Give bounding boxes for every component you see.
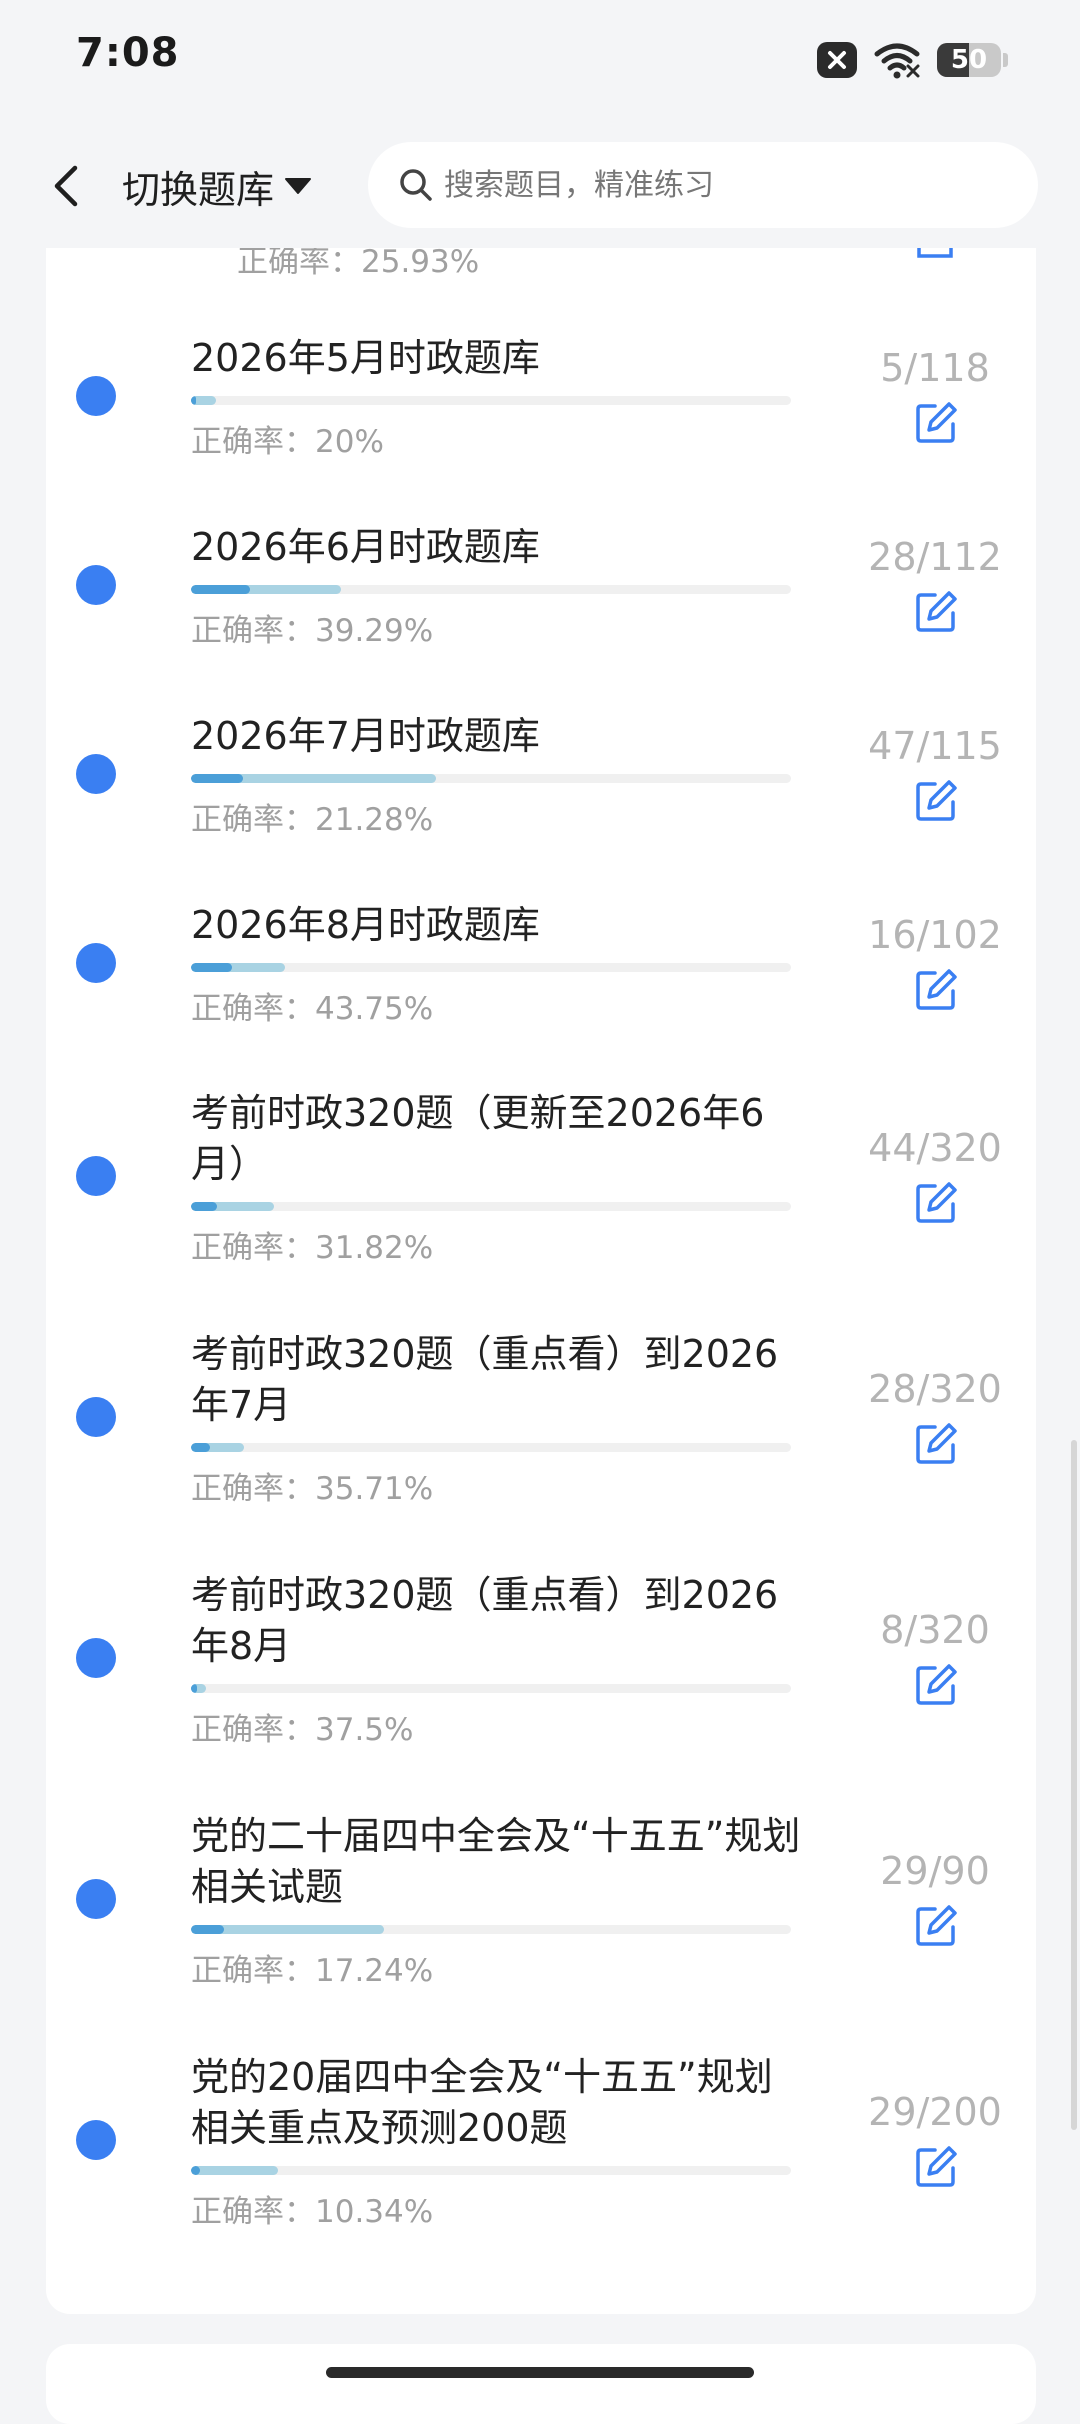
progress-bar [191,774,791,783]
accuracy-label: 正确率：43.75% [191,991,434,1027]
status-dot [76,753,116,794]
edit-icon[interactable] [915,1421,959,1465]
accuracy-label: 正确率：17.24% [191,1953,434,1989]
switch-bank-label: 切换题库 [122,167,275,212]
status-dot [76,1156,116,1196]
accuracy-label: 正确率：39.29% [191,613,434,649]
accuracy-label: 正确率：20% [191,424,384,460]
battery-cap [1003,53,1008,67]
progress-bar [191,396,791,405]
progress-bar [191,585,791,594]
status-bar: 7:08 50 [0,0,1080,124]
progress-count: 28/112 [868,534,1002,579]
progress-count: 8/320 [880,1608,990,1652]
search-input[interactable] [442,166,1006,204]
status-dot [76,564,116,605]
progress-correct-fill [191,1684,197,1693]
progress-correct-fill [191,396,197,405]
status-dot [76,942,116,983]
search-box[interactable] [368,142,1038,228]
status-dot [76,1638,116,1678]
progress-correct-fill [191,2166,200,2175]
accuracy-label: 正确率：31.82% [191,1230,434,1266]
progress-bar [191,1684,791,1693]
battery-icon: 50 [937,43,1001,77]
accuracy-label: 正确率：35.71% [191,1471,434,1507]
caret-down-icon [285,178,312,194]
edit-icon[interactable] [915,1662,959,1706]
edit-icon[interactable] [915,1180,959,1224]
wifi-icon [873,40,921,80]
status-dot [76,2120,116,2160]
progress-count: 29/200 [868,2090,1002,2134]
status-icons: 50 [817,38,1008,82]
question-bank-title[interactable]: 考前时政320题（更新至2026年6月） [191,1088,801,1190]
question-bank-title[interactable]: 党的20届四中全会及“十五五”规划相关重点及预测200题 [191,2052,801,2154]
accuracy-label: 正确率：37.5% [191,1712,414,1748]
question-bank-title[interactable]: 党的二十届四中全会及“十五五”规划相关试题 [191,1811,801,1913]
question-bank-title[interactable]: 2026年5月时政题库 [191,333,801,384]
accuracy-label: 正确率：21.28% [191,802,434,838]
question-bank-title[interactable]: 2026年6月时政题库 [191,522,801,573]
status-dot [76,375,116,416]
progress-correct-fill [191,1443,210,1452]
status-dot [76,1397,116,1437]
scrollbar[interactable] [1071,1440,1077,2130]
progress-done-fill [191,2166,278,2175]
progress-bar [191,1443,791,1452]
header: 切换题库 [0,124,1080,248]
progress-bar [191,2166,791,2175]
switch-bank-button[interactable]: 切换题库 [122,158,312,214]
question-bank-title[interactable]: 2026年7月时政题库 [191,711,801,762]
next-card [46,2344,1036,2424]
progress-count: 29/90 [880,1849,990,1893]
search-icon [396,165,436,205]
question-bank-title[interactable]: 考前时政320题（重点看）到2026年8月 [191,1570,801,1672]
progress-correct-fill [191,774,244,783]
edit-icon[interactable] [915,1903,959,1947]
home-indicator[interactable] [326,2367,754,2378]
edit-icon[interactable] [915,967,959,1011]
edit-icon[interactable] [915,589,959,633]
progress-count: 5/118 [880,345,990,390]
notification-x-icon [817,42,857,78]
question-bank-title[interactable]: 考前时政320题（重点看）到2026年7月 [191,1329,801,1431]
battery-level-text: 50 [950,45,988,75]
progress-correct-fill [191,585,250,594]
progress-count: 28/320 [868,1367,1002,1411]
back-button[interactable] [36,156,96,216]
progress-bar [191,963,791,972]
progress-bar [191,1925,791,1934]
edit-icon[interactable] [915,400,959,444]
progress-count: 16/102 [868,912,1002,957]
status-time: 7:08 [76,30,180,76]
progress-count: 44/320 [868,1126,1002,1170]
status-dot [76,1879,116,1919]
edit-icon[interactable] [915,2144,959,2188]
progress-count: 47/115 [868,723,1002,768]
progress-correct-fill [191,963,233,972]
accuracy-label: 正确率：10.34% [191,2194,434,2230]
edit-icon[interactable] [915,778,959,822]
progress-correct-fill [191,1925,225,1934]
progress-bar [191,1202,791,1211]
question-bank-title[interactable]: 2026年8月时政题库 [191,900,801,951]
progress-correct-fill [191,1202,218,1211]
chevron-left-icon [54,165,78,207]
